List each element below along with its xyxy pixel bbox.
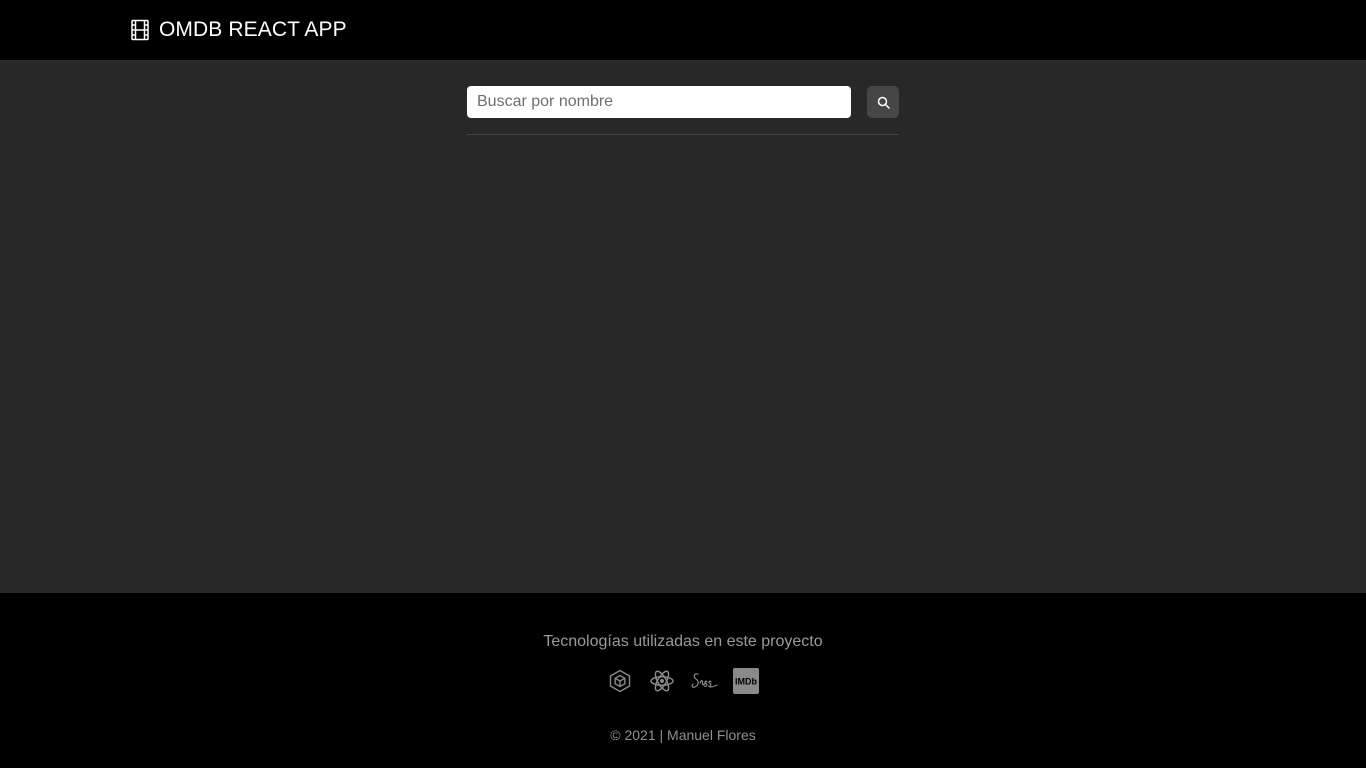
webpack-icon: [606, 668, 634, 694]
film-icon: [130, 19, 150, 41]
main-content: [0, 60, 1366, 593]
react-icon: [648, 668, 676, 694]
technologies-list: IMDb: [0, 668, 1366, 694]
search-button[interactable]: [867, 86, 899, 118]
technologies-label: Tecnologías utilizadas en este proyecto: [543, 633, 823, 650]
app-title: OMDB REACT APP: [159, 18, 347, 41]
copyright-text: © 2021 | Manuel Flores: [610, 727, 756, 743]
sass-icon: [690, 668, 718, 694]
navbar: OMDB REACT APP: [0, 0, 1366, 60]
footer: Tecnologías utilizadas en este proyecto: [0, 593, 1366, 768]
divider: [467, 134, 899, 135]
search-icon: [877, 96, 890, 109]
svg-text:IMDb: IMDb: [735, 677, 757, 687]
imdb-icon: IMDb: [732, 668, 760, 694]
search-input[interactable]: [467, 86, 851, 118]
brand-link[interactable]: OMDB REACT APP: [130, 16, 347, 44]
